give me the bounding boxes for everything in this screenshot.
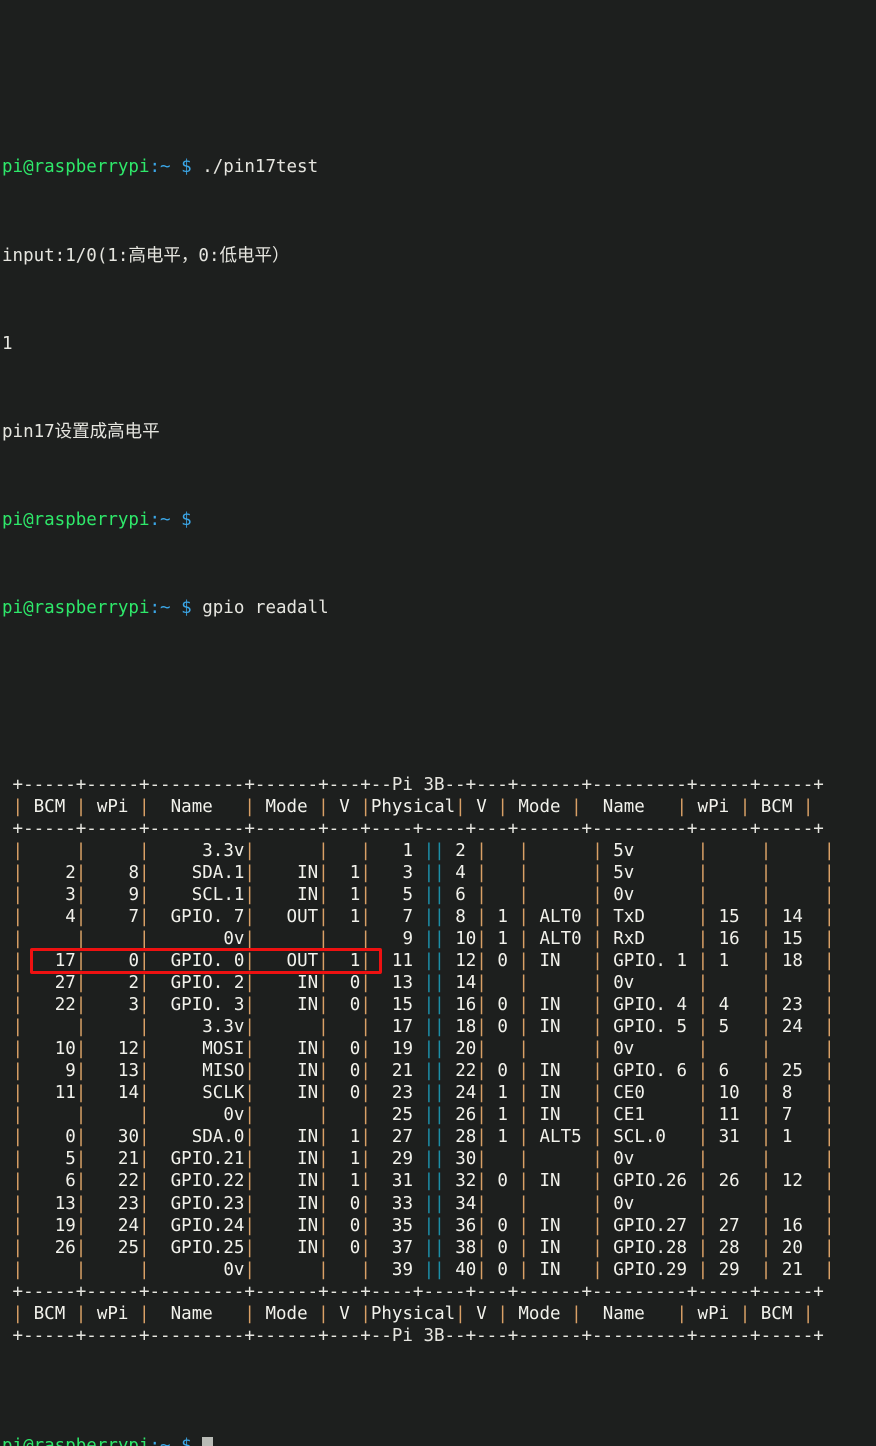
table-row: | 5| 21| GPIO.21| IN| 1| 29 || 30| | | 0… [12,1149,835,1170]
table-row: | 3| 9| SCL.1| IN| 1| 5 || 6 | | | 0v | … [12,884,835,905]
table-row: | 26| 25| GPIO.25| IN| 0| 37 || 38| 0 | … [12,1237,835,1258]
prompt-path: :~ [150,1436,171,1446]
scrollback: pi@raspberrypi:~ $ ./pin17test input:1/0… [2,90,876,685]
table-row: | 13| 23| GPIO.23| IN| 0| 33 || 34| | | … [12,1193,835,1214]
output-input-hint: input:1/0(1:高电平，0:低电平） [2,245,290,266]
command-pin17test: ./pin17test [202,157,319,178]
table-row: | 11| 14| SCLK| IN| 0| 23 || 24| 1 | IN … [12,1083,835,1104]
prompt-user-host: pi@raspberrypi [2,598,150,619]
prompt-user-host: pi@raspberrypi [2,1436,150,1446]
terminal-window[interactable]: pi@raspberrypi:~ $ ./pin17test input:1/0… [0,0,876,1446]
table-row: | | | 0v| | | 25 || 26| 1 | IN | CE1 | 1… [12,1105,835,1126]
table-row: | 19| 24| GPIO.24| IN| 0| 35 || 36| 0 | … [12,1215,835,1236]
table-row: | 10| 12| MOSI| IN| 0| 19 || 20| | | 0v … [12,1039,835,1060]
text-cursor [202,1437,213,1446]
prompt-path: :~ [149,510,171,531]
table-footer-row: | BCM | wPi | Name | Mode | V |Physical|… [12,1303,814,1324]
prompt-line-final[interactable]: pi@raspberrypi:~ $ [2,1435,876,1446]
table-row: | 17| 0| GPIO. 0| OUT| 1| 11 || 12| 0 | … [12,951,835,972]
prompt-path: :~ [149,598,171,619]
prompt-line-3: pi@raspberrypi:~ $ gpio readall [2,597,876,619]
table-row: | 22| 3| GPIO. 3| IN| 0| 15 || 16| 0 | I… [12,995,835,1016]
gpio-readall-table: +-----+-----+---------+------+---+--Pi 3… [2,774,876,1347]
table-header-row: | BCM | wPi | Name | Mode | V |Physical|… [12,796,814,817]
prompt-path: :~ [149,157,171,178]
table-row: | 4| 7| GPIO. 7| OUT| 1| 7 || 8 | 1 | AL… [12,906,835,927]
table-bottom-border: +-----+-----+---------+------+---+--Pi 3… [12,1325,824,1346]
prompt-symbol: $ [181,510,192,531]
table-row: | | | 0v| | | 9 || 10| 1 | ALT0 | RxD | … [12,928,835,949]
table-footer-divider: +-----+-----+---------+------+---+----+-… [12,1281,824,1302]
table-row: | 6| 22| GPIO.22| IN| 1| 31 || 32| 0 | I… [12,1171,835,1192]
prompt-symbol: $ [181,1436,192,1446]
prompt-user-host: pi@raspberrypi [2,510,150,531]
table-row: | 27| 2| GPIO. 2| IN| 0| 13 || 14| | | 0… [12,973,835,994]
command-gpio-readall: gpio readall [202,598,329,619]
table-row: | | | 3.3v| | | 17 || 18| 0 | IN | GPIO.… [12,1017,835,1038]
prompt-symbol: $ [181,598,192,619]
prompt-line-2: pi@raspberrypi:~ $ [2,509,876,531]
prompt-line-1: pi@raspberrypi:~ $ ./pin17test [2,156,876,178]
table-header-divider: +-----+-----+---------+------+---+----+-… [12,818,824,839]
prompt-user-host: pi@raspberrypi [2,157,150,178]
table-row: | 9| 13| MISO| IN| 0| 21 || 22| 0 | IN |… [12,1061,835,1082]
table-row: | 2| 8| SDA.1| IN| 1| 3 || 4 | | | 5v | … [12,862,835,883]
table-row: | 0| 30| SDA.0| IN| 1| 27 || 28| 1 | ALT… [12,1127,835,1148]
table-row: | | | 0v| | | 39 || 40| 0 | IN | GPIO.29… [12,1259,835,1280]
table-row: | | | 3.3v| | | 1 || 2 | | | 5v | | | [12,840,835,861]
prompt-symbol: $ [181,157,192,178]
table-top-border: +-----+-----+---------+------+---+--Pi 3… [12,774,824,795]
output-pin17-status: pin17设置成高电平 [2,421,160,442]
output-entered-value: 1 [2,333,13,354]
